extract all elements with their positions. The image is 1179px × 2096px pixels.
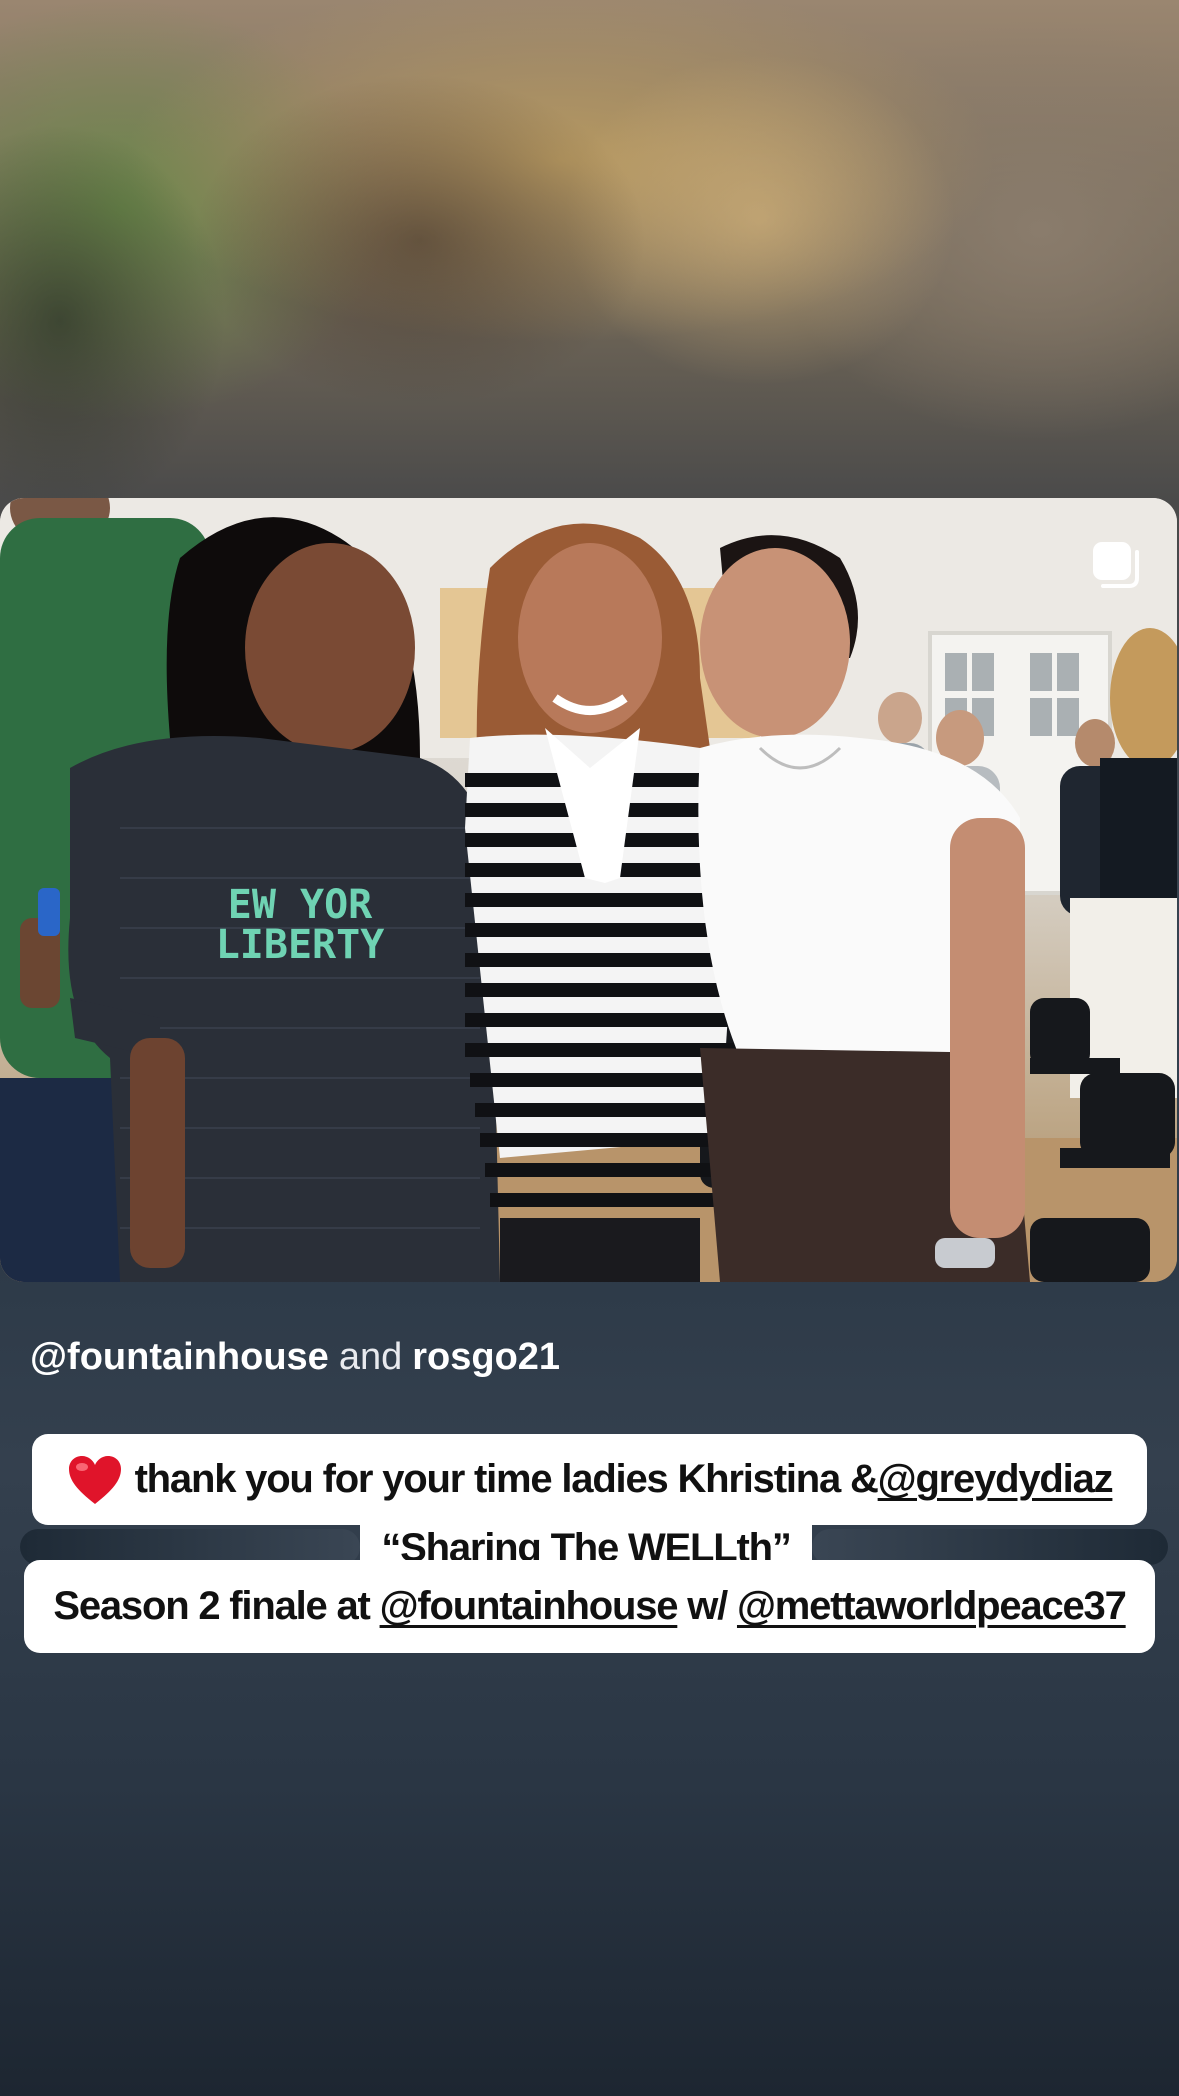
caption-line-3-prefix: Season 2 finale at [53,1584,371,1628]
story-photo[interactable]: EW YOR LIBERTY [0,498,1177,1282]
mention-connector: and [338,1336,403,1378]
blurred-background-bottom [0,1280,1179,2096]
svg-text:LIBERTY: LIBERTY [216,922,385,968]
mention-fountainhouse-caption[interactable]: @fountainhouse [380,1584,679,1629]
story-viewer: EW YOR LIBERTY @fountainhouse and rosgo2… [0,0,1179,2096]
caption-line-3: Season 2 finale at @fountainhouse w/ @me… [24,1560,1155,1653]
multiple-photos-icon[interactable] [1089,538,1141,590]
photo-illustration: EW YOR LIBERTY [0,498,1177,1282]
caption-line-3-mid: w/ [677,1584,737,1628]
mention-row: @fountainhouse and rosgo21 [30,1336,560,1380]
caption-line-1: thank you for your time ladies Khristina… [32,1434,1147,1525]
mention-greydydiaz[interactable]: @greydydiaz [878,1457,1114,1502]
heart-icon [68,1455,121,1504]
mention-rosgo21[interactable]: rosgo21 [412,1336,560,1379]
mention-fountainhouse[interactable]: @fountainhouse [30,1336,329,1379]
caption-line-1-text: thank you for your time ladies Khristina… [134,1457,879,1501]
mention-mettaworldpeace37[interactable]: @mettaworldpeace37 [737,1584,1127,1629]
blurred-background-top [0,0,1179,500]
